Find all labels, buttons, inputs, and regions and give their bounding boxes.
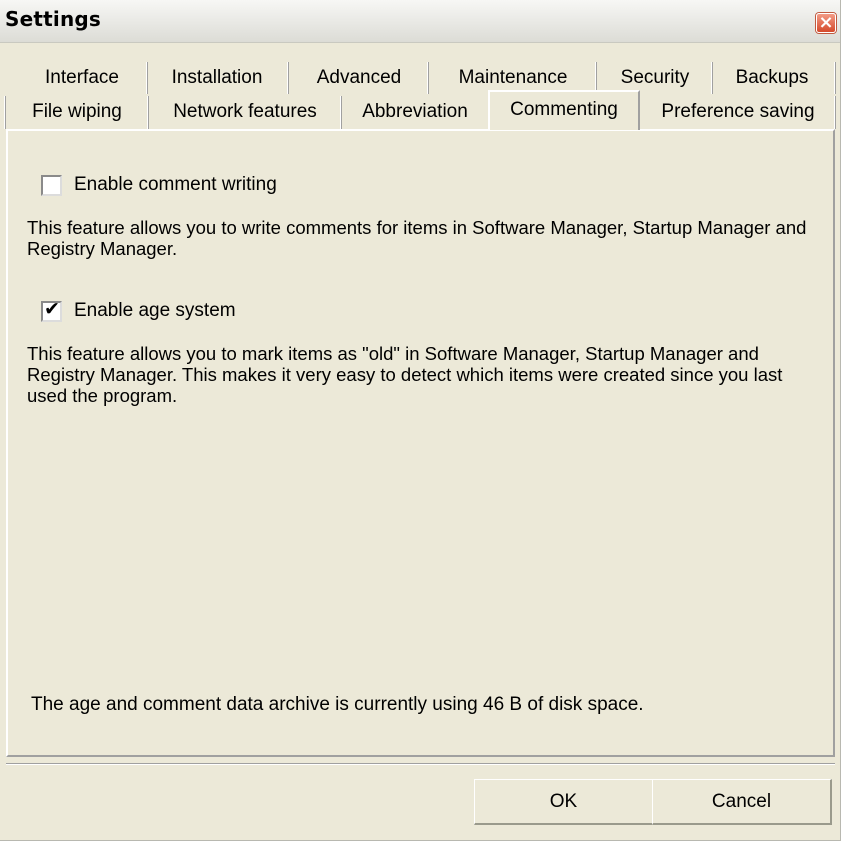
age-system-checkbox[interactable]: ✔ [41,298,62,322]
tab-separator [711,62,713,94]
tab-advanced[interactable]: Advanced [292,62,426,94]
tab-separator [4,96,6,129]
tab-separator [427,62,429,94]
tab-separator [834,96,836,129]
tab-network-features[interactable]: Network features [152,96,338,129]
tab-separator [146,62,148,94]
tab-separator [287,62,289,94]
tab-installation[interactable]: Installation [150,62,284,94]
checkmark-icon: ✔ [44,298,60,320]
tab-interface[interactable]: Interface [20,62,144,94]
comment-writing-description: This feature allows you to write comment… [27,217,807,259]
tab-separator [340,96,342,129]
comment-writing-checkbox[interactable] [41,175,62,196]
title-bar[interactable]: Settings × [0,0,841,43]
age-system-label[interactable]: Enable age system [74,300,236,322]
tab-backups[interactable]: Backups [716,62,828,94]
window-title: Settings [5,7,102,31]
footer-divider [6,763,835,765]
tab-commenting[interactable]: Commenting [488,90,640,130]
close-icon[interactable]: × [816,13,836,33]
cancel-button[interactable]: Cancel [652,779,832,825]
tab-file-wiping[interactable]: File wiping [8,96,146,129]
age-system-description: This feature allows you to mark items as… [27,343,783,406]
settings-window: Settings × Interface Installation Advanc… [0,0,841,841]
ok-button[interactable]: OK [474,779,654,825]
comment-writing-label[interactable]: Enable comment writing [74,174,277,196]
tab-separator [834,62,836,94]
archive-usage-text: The age and comment data archive is curr… [31,694,644,715]
tab-separator [147,96,149,129]
tab-abbreviation[interactable]: Abbreviation [344,96,486,129]
tab-preference-saving[interactable]: Preference saving [642,96,834,129]
